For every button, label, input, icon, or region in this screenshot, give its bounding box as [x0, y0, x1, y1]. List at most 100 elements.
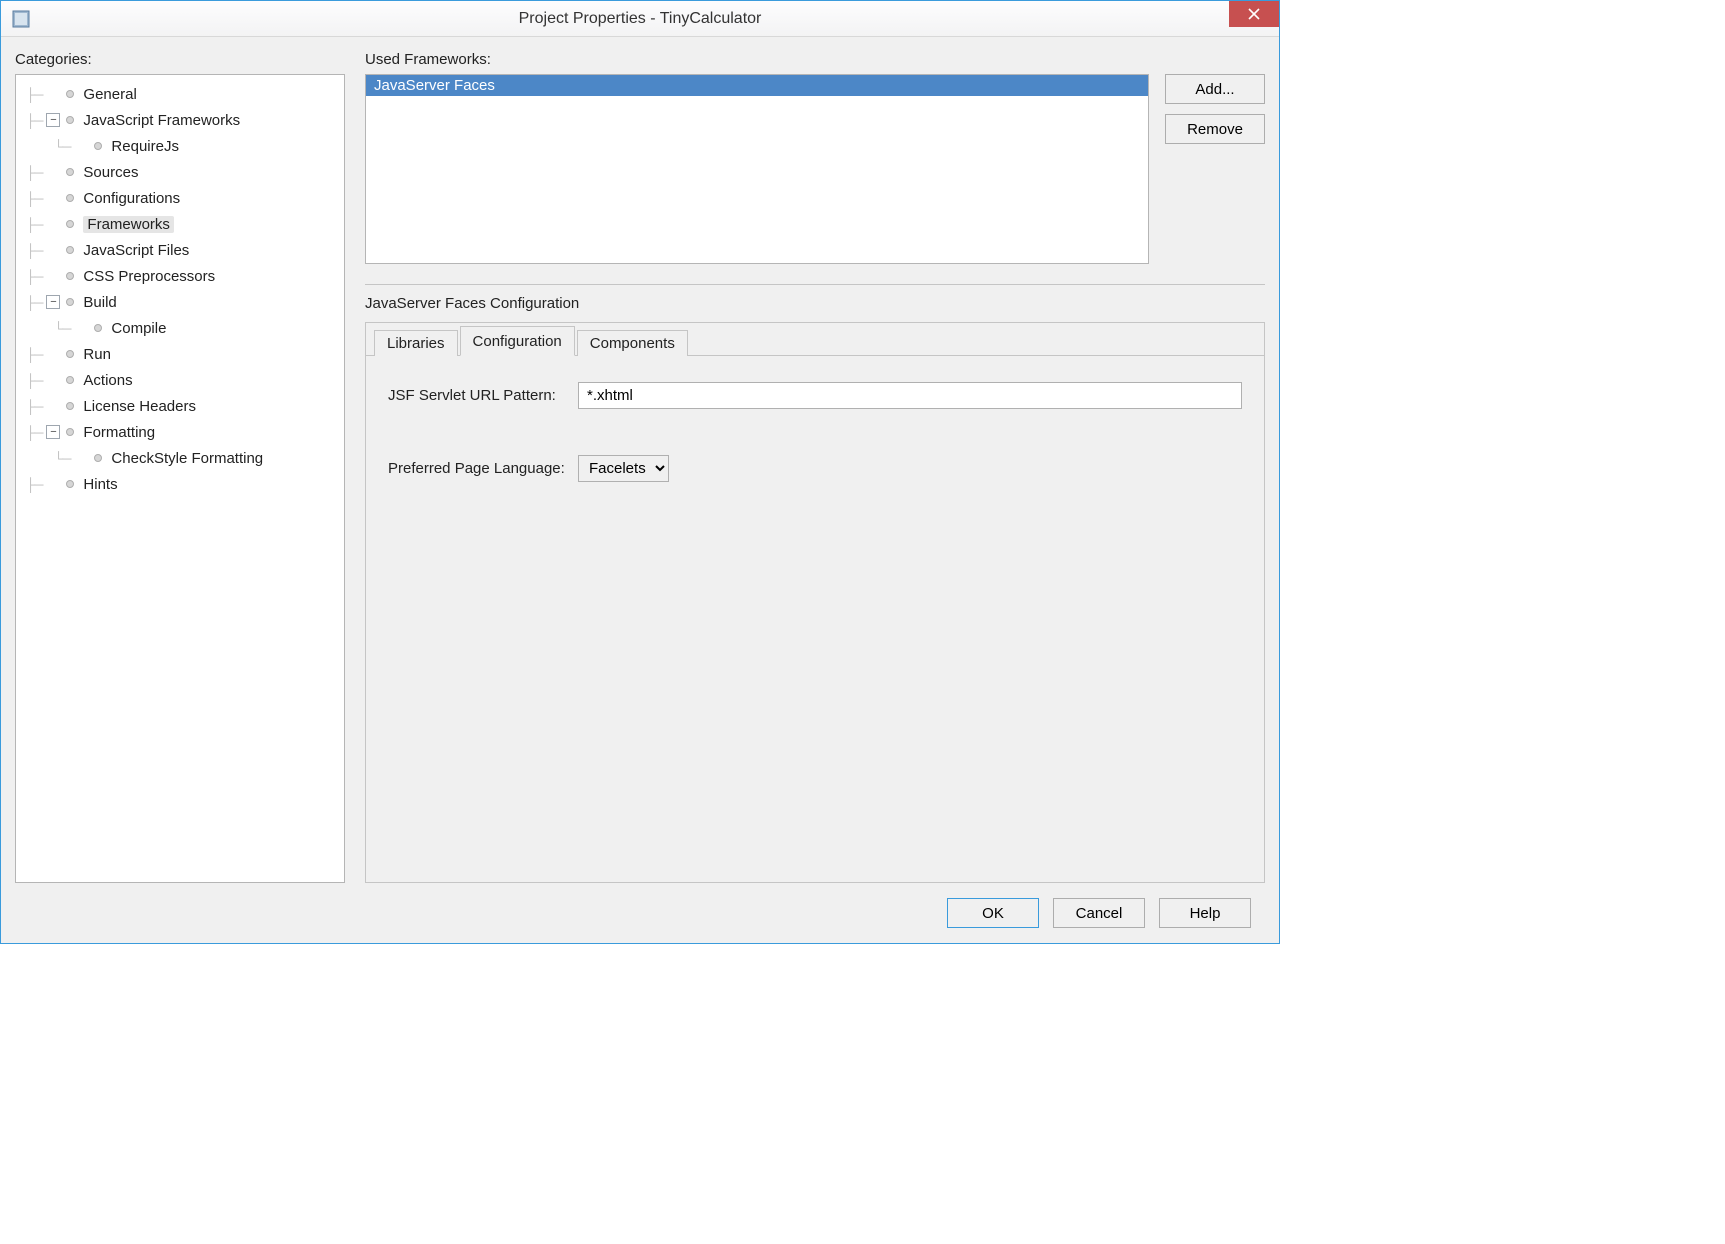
used-frameworks-label: Used Frameworks: [365, 51, 1265, 68]
collapse-icon[interactable]: − [46, 295, 60, 309]
close-icon [1248, 8, 1260, 20]
tree-item[interactable]: └─ Compile [20, 315, 340, 341]
ok-button[interactable]: OK [947, 898, 1039, 928]
tree-item[interactable]: └─CheckStyle Formatting [20, 445, 340, 471]
cancel-button[interactable]: Cancel [1053, 898, 1145, 928]
tree-spacer [46, 373, 60, 387]
tree-item[interactable]: ├─−JavaScript Frameworks [20, 107, 340, 133]
bullet-icon [94, 142, 102, 150]
tree-line-icon: ├─ [26, 217, 42, 232]
tree-line-icon: ├─ [26, 243, 42, 258]
tab-components[interactable]: Components [577, 330, 688, 356]
tree-item[interactable]: ├─− Formatting [20, 419, 340, 445]
tree-item-label: License Headers [83, 398, 196, 415]
tree-spacer [46, 399, 60, 413]
tree-spacer [46, 243, 60, 257]
framework-buttons: Add... Remove [1165, 74, 1265, 264]
bullet-icon [66, 220, 74, 228]
details-panel: Used Frameworks: JavaServer Faces Add...… [365, 51, 1265, 883]
tree-spacer [46, 477, 60, 491]
help-button[interactable]: Help [1159, 898, 1251, 928]
tree-spacer [46, 217, 60, 231]
tree-spacer [74, 139, 88, 153]
page-lang-select[interactable]: Facelets [578, 455, 669, 482]
tree-item-label: RequireJs [111, 138, 179, 155]
remove-button[interactable]: Remove [1165, 114, 1265, 144]
collapse-icon[interactable]: − [46, 425, 60, 439]
bullet-icon [66, 298, 74, 306]
tree-item[interactable]: ├─Configurations [20, 185, 340, 211]
tree-line-icon: ├─ [26, 477, 42, 492]
bullet-icon [66, 272, 74, 280]
tree-line-icon: └─ [54, 321, 70, 336]
tree-item[interactable]: ├─ License Headers [20, 393, 340, 419]
bullet-icon [94, 324, 102, 332]
bullet-icon [66, 428, 74, 436]
app-icon [11, 9, 31, 29]
tree-item[interactable]: ├─ General [20, 81, 340, 107]
tab-configuration[interactable]: Configuration [460, 326, 575, 356]
tree-item[interactable]: ├─ CSS Preprocessors [20, 263, 340, 289]
tree-item[interactable]: ├─ Hints [20, 471, 340, 497]
tree-spacer [46, 269, 60, 283]
used-framework-item[interactable]: JavaServer Faces [366, 75, 1148, 96]
page-lang-row: Preferred Page Language: Facelets [388, 455, 1242, 482]
used-frameworks-list[interactable]: JavaServer Faces [365, 74, 1149, 264]
tree-spacer [74, 321, 88, 335]
bullet-icon [66, 350, 74, 358]
collapse-icon[interactable]: − [46, 113, 60, 127]
bullet-icon [66, 402, 74, 410]
tree-item-label: CSS Preprocessors [83, 268, 215, 285]
categories-panel: Categories: ├─General├─−JavaScript Frame… [15, 51, 345, 883]
add-button[interactable]: Add... [1165, 74, 1265, 104]
tree-item[interactable]: ├─ Run [20, 341, 340, 367]
tree-line-icon: ├─ [26, 191, 42, 206]
categories-label: Categories: [15, 51, 345, 68]
titlebar: Project Properties - TinyCalculator [1, 1, 1279, 37]
url-pattern-label: JSF Servlet URL Pattern: [388, 387, 578, 404]
tree-item-label: Compile [111, 320, 166, 337]
tree-item[interactable]: └─RequireJs [20, 133, 340, 159]
tree-line-icon: ├─ [26, 347, 42, 362]
tree-line-icon: ├─ [26, 87, 42, 102]
url-pattern-input[interactable] [578, 382, 1242, 409]
tree-spacer [46, 191, 60, 205]
tree-line-icon: ├─ [26, 373, 42, 388]
window-title: Project Properties - TinyCalculator [1, 10, 1279, 28]
tree-item[interactable]: ├─ Actions [20, 367, 340, 393]
bullet-icon [66, 376, 74, 384]
tree-item[interactable]: ├─Sources [20, 159, 340, 185]
tree-spacer [46, 87, 60, 101]
bullet-icon [94, 454, 102, 462]
tree-item-label: Run [83, 346, 111, 363]
tree-item-label: Sources [83, 164, 138, 181]
bullet-icon [66, 194, 74, 202]
tree-item-label: General [83, 86, 136, 103]
tab-content-configuration: JSF Servlet URL Pattern: Preferred Page … [366, 355, 1264, 882]
tree-item[interactable]: ├─ Frameworks [20, 211, 340, 237]
tab-libraries[interactable]: Libraries [374, 330, 458, 356]
tree-item-label: Build [83, 294, 116, 311]
page-lang-label: Preferred Page Language: [388, 460, 578, 477]
tree-line-icon: ├─ [26, 399, 42, 414]
tree-item[interactable]: ├─−Build [20, 289, 340, 315]
dialog-footer: OK Cancel Help [15, 883, 1265, 943]
url-pattern-row: JSF Servlet URL Pattern: [388, 382, 1242, 409]
tree-item-label: Hints [83, 476, 117, 493]
close-button[interactable] [1229, 1, 1279, 27]
tree-line-icon: └─ [54, 451, 70, 466]
tree-item-label: Actions [83, 372, 132, 389]
tree-line-icon: ├─ [26, 269, 42, 284]
tree-item-label: Frameworks [83, 216, 174, 233]
tree-item-label: Formatting [83, 424, 155, 441]
bullet-icon [66, 116, 74, 124]
tabs-bar: LibrariesConfigurationComponents [366, 324, 1264, 356]
bullet-icon [66, 246, 74, 254]
tree-spacer [46, 347, 60, 361]
tree-item[interactable]: ├─JavaScript Files [20, 237, 340, 263]
tree-line-icon: ├─ [26, 425, 42, 440]
tree-item-label: JavaScript Frameworks [83, 112, 240, 129]
categories-tree[interactable]: ├─General├─−JavaScript Frameworks└─Requi… [15, 74, 345, 883]
dialog-body: Categories: ├─General├─−JavaScript Frame… [1, 37, 1279, 943]
tree-spacer [46, 165, 60, 179]
